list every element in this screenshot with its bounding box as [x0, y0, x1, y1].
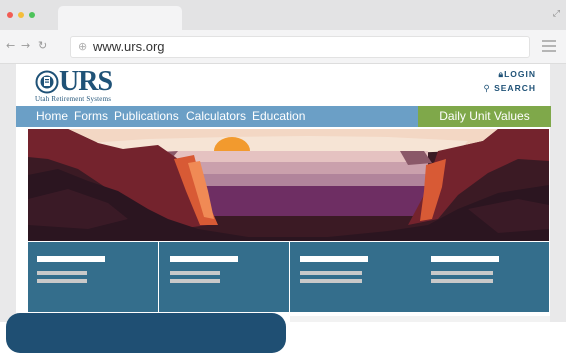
back-arrow-icon[interactable]: ← [6, 39, 15, 52]
fullscreen-icon[interactable]: ⤢ [553, 8, 560, 19]
reload-icon[interactable]: ↻ [38, 39, 47, 52]
browser-tab[interactable] [58, 6, 182, 30]
urs-logo[interactable]: URS Utah Retirement Systems [35, 66, 113, 103]
content-strip [290, 316, 550, 322]
main-navigation: Home Forms Publications Calculators Educ… [16, 106, 551, 127]
tile-title-placeholder [300, 256, 368, 262]
web-page: URS Utah Retirement Systems 🔒︎LOGIN ⚲ SE… [16, 64, 551, 322]
login-link[interactable]: 🔒︎LOGIN [499, 69, 536, 80]
logo-subtitle: Utah Retirement Systems [35, 95, 112, 103]
nav-item-forms[interactable]: Forms [74, 109, 108, 123]
browser-window: ⤢ ← → ↻ ⊕ www.urs.org URS Utah Retiremen… [0, 0, 566, 353]
tile-title-placeholder [37, 256, 105, 262]
tile-text-placeholder [170, 279, 220, 283]
tile-text-placeholder [37, 271, 87, 275]
hamburger-menu-icon[interactable] [542, 40, 556, 55]
logo-text: URS [59, 66, 113, 97]
tile-divider [158, 242, 159, 322]
tile-divider [289, 242, 290, 322]
url-text: www.urs.org [93, 39, 165, 54]
maximize-window-button[interactable] [29, 12, 35, 18]
forward-arrow-icon[interactable]: → [21, 39, 30, 52]
popup-banner[interactable] [6, 313, 286, 353]
nav-item-education[interactable]: Education [252, 109, 305, 123]
daily-unit-values-button[interactable]: Daily Unit Values [418, 106, 551, 127]
minimize-window-button[interactable] [18, 12, 24, 18]
seal-icon [35, 70, 59, 94]
tile-text-placeholder [300, 271, 362, 275]
globe-icon: ⊕ [78, 40, 88, 53]
tile-title-placeholder [431, 256, 499, 262]
search-icon: ⚲ [483, 83, 495, 93]
address-bar[interactable]: ⊕ www.urs.org [70, 36, 530, 58]
search-link[interactable]: ⚲ SEARCH [484, 83, 537, 94]
close-window-button[interactable] [7, 12, 13, 18]
address-toolbar: ← → ↻ ⊕ www.urs.org [0, 30, 566, 64]
tile-text-placeholder [300, 279, 362, 283]
tile-text-placeholder [431, 279, 493, 283]
nav-item-calculators[interactable]: Calculators [186, 109, 246, 123]
tile-text-placeholder [170, 271, 220, 275]
login-label: LOGIN [504, 69, 536, 79]
tab-bar: ⤢ [0, 0, 566, 30]
tile-text-placeholder [431, 271, 493, 275]
tile-text-placeholder [37, 279, 87, 283]
hero-canyon-illustration [28, 129, 549, 241]
quick-links-panel [28, 242, 549, 322]
search-label: SEARCH [494, 83, 536, 93]
tile-title-placeholder [170, 256, 238, 262]
nav-item-publications[interactable]: Publications [114, 109, 179, 123]
nav-item-home[interactable]: Home [36, 109, 68, 123]
